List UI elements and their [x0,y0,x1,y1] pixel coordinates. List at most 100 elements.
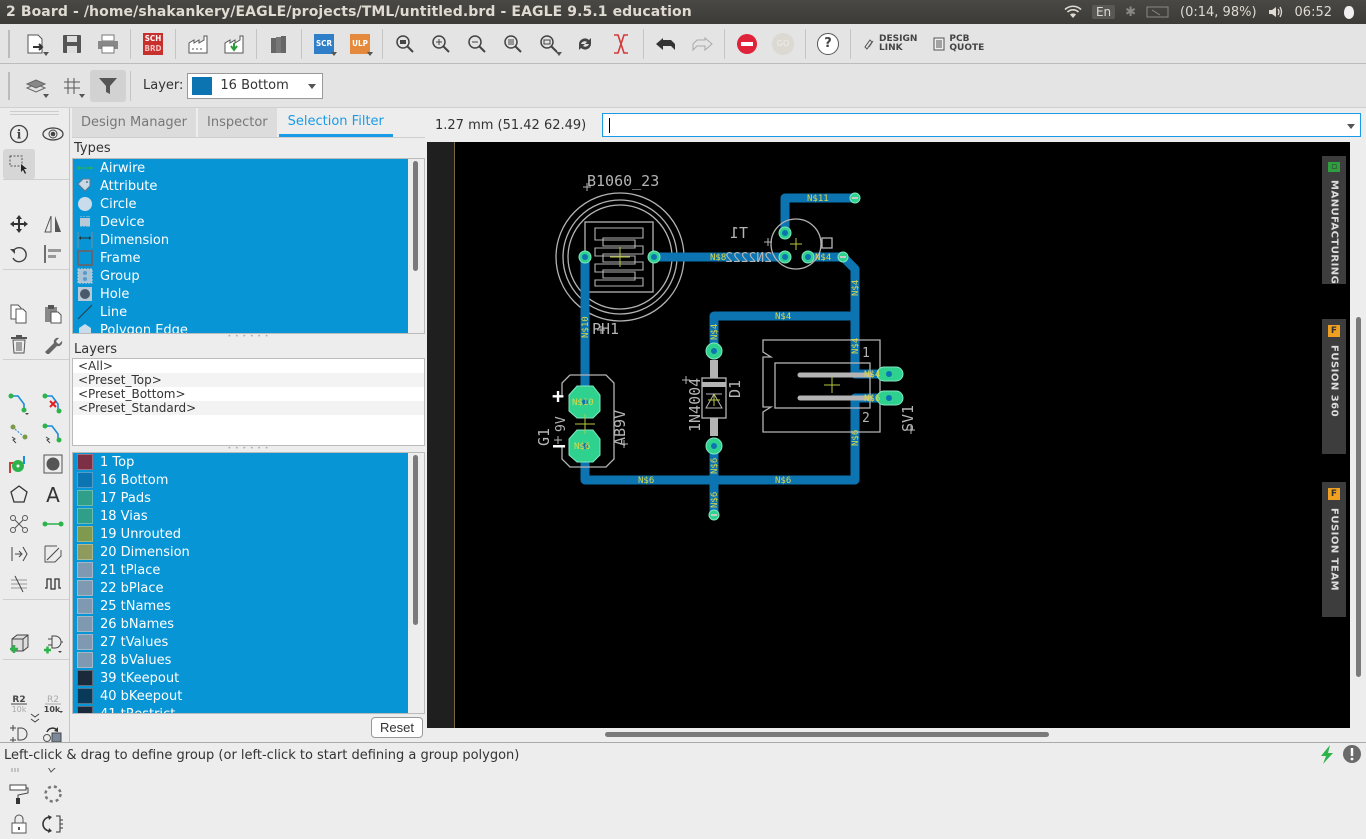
toolbar-grip[interactable] [8,71,10,100]
print-button[interactable] [90,28,126,60]
tab-selection-filter[interactable]: Selection Filter [278,108,393,137]
help-button[interactable]: ? [810,28,846,60]
layer-dropdown[interactable]: 16 Bottom [187,72,324,99]
layer-settings-button[interactable] [18,70,54,102]
command-history-dropdown[interactable] [1347,124,1355,129]
airwire-tool[interactable] [37,509,69,539]
type-item-device[interactable]: Device [73,213,424,231]
types-scrollbar[interactable] [408,159,424,333]
tab-design-manager[interactable]: Design Manager [72,108,196,137]
volume-icon[interactable] [1267,5,1285,19]
layers-list[interactable]: 1 Top 16 Bottom 17 Pads 18 Vias 19 Unrouted 2… [72,452,425,714]
type-item-hole[interactable]: Hole [73,285,424,303]
zoom-out-button[interactable] [459,28,495,60]
run-ulp-button[interactable]: ULP [342,28,378,60]
ripup-tool[interactable] [37,389,69,419]
via-tool[interactable] [3,449,35,479]
battery-icon[interactable] [1146,6,1170,18]
zoom-in-button[interactable] [423,28,459,60]
run-script-button[interactable]: SCR [306,28,342,60]
layer-presets-list[interactable]: <All> <Preset_Top> <Preset_Bottom> <Pres… [72,358,425,446]
layer-item[interactable]: 27 tValues [73,633,424,651]
reset-button[interactable]: Reset [371,716,423,738]
type-item-attribute[interactable]: Attribute [73,177,424,195]
align-tool[interactable] [37,239,69,269]
lightning-icon[interactable] [1318,744,1336,768]
ratsnest-button[interactable] [603,28,639,60]
layer-item[interactable]: 22 bPlace [73,579,424,597]
type-item-circle[interactable]: Circle [73,195,424,213]
preset-item[interactable]: <Preset_Bottom> [73,387,424,401]
info-tool[interactable]: i [3,119,35,149]
design-link-button[interactable]: DESIGN LINK [855,34,925,53]
switch-schematic-button[interactable]: SCH BRD [135,28,171,60]
clock[interactable]: 06:52 [1295,5,1332,20]
paste-tool[interactable] [37,299,69,329]
toolbox-grip[interactable] [10,111,59,115]
layer-item[interactable]: 21 tPlace [73,561,424,579]
layer-item[interactable]: 16 Bottom [73,471,424,489]
optimize-tool[interactable] [3,539,35,569]
layer-item[interactable]: 20 Dimension [73,543,424,561]
board-drawing[interactable]: B1060_23 PH1 T1 2N2222 1N4004 D1 G1 9V A… [427,142,1350,728]
type-item-airwire[interactable]: Airwire [73,159,424,177]
meander-tool[interactable] [3,569,35,599]
bluetooth-icon[interactable]: ✱ [1125,5,1136,20]
preset-item[interactable]: <Preset_Top> [73,373,424,387]
signal-tool[interactable] [3,509,35,539]
selection-filter-toggle[interactable] [90,69,126,102]
preset-item[interactable]: <Preset_Standard> [73,401,424,415]
autorouter-tool[interactable] [37,419,69,449]
copy-tool[interactable] [3,299,35,329]
text-tool[interactable]: A [37,479,69,509]
canvas-vertical-scrollbar[interactable] [1352,142,1366,728]
open-button[interactable] [18,28,54,60]
group-tool[interactable] [3,149,35,179]
types-list[interactable]: Airwire Attribute Circle Device Dimensio… [72,158,425,334]
type-item-line[interactable]: Line [73,303,424,321]
line-tool[interactable] [37,539,69,569]
layer-item[interactable]: 28 bValues [73,651,424,669]
command-input[interactable] [602,113,1361,137]
expand-toolbox-button[interactable] [0,712,70,724]
meander-length-tool[interactable] [37,569,69,599]
layer-item[interactable]: 40 bKeepout [73,687,424,705]
manufacturing-tab[interactable]: ▫ MANUFACTURING [1322,156,1346,284]
type-item-polygon-edge[interactable]: Polygon Edge [73,321,424,333]
grid-button[interactable] [54,70,90,102]
wifi-icon[interactable] [1064,5,1082,19]
fanout-tool[interactable] [3,419,35,449]
stop-button[interactable] [729,28,765,60]
layer-item[interactable]: 18 Vias [73,507,424,525]
layer-item[interactable]: 1 Top [73,453,424,471]
layer-item[interactable]: 41 tRestrict [73,705,424,713]
toolbar-grip[interactable] [8,29,10,58]
system-menu-icon[interactable] [1342,4,1356,20]
zoom-fit-button[interactable] [387,28,423,60]
layer-item[interactable]: 39 tKeepout [73,669,424,687]
warning-icon[interactable] [1342,744,1362,768]
layer-item[interactable]: 17 Pads [73,489,424,507]
cam-processor-button[interactable] [180,28,216,60]
change-tool[interactable] [37,329,69,359]
board-canvas[interactable]: B1060_23 PH1 T1 2N2222 1N4004 D1 G1 9V A… [427,142,1350,728]
rotate-tool[interactable] [3,239,35,269]
swap-tool[interactable] [37,809,69,839]
polygon-ratsnest-tool[interactable] [37,779,69,809]
show-tool[interactable] [37,119,69,149]
hole-tool[interactable] [37,449,69,479]
delete-tool[interactable] [3,329,35,359]
zoom-previous-button[interactable] [495,28,531,60]
fusion-team-tab[interactable]: F FUSION TEAM [1322,482,1346,617]
lock-tool[interactable] [3,809,35,839]
keyboard-layout-indicator[interactable]: En [1091,5,1116,19]
preset-item[interactable]: <All> [73,359,424,373]
type-item-dimension[interactable]: Dimension [73,231,424,249]
canvas-horizontal-scrollbar[interactable] [427,728,1366,742]
type-item-frame[interactable]: Frame [73,249,424,267]
library-button[interactable] [261,28,297,60]
layer-item[interactable]: 25 tNames [73,597,424,615]
undo-button[interactable] [648,28,684,60]
add-part-tool[interactable] [3,629,35,659]
smash-tool[interactable] [3,779,35,809]
